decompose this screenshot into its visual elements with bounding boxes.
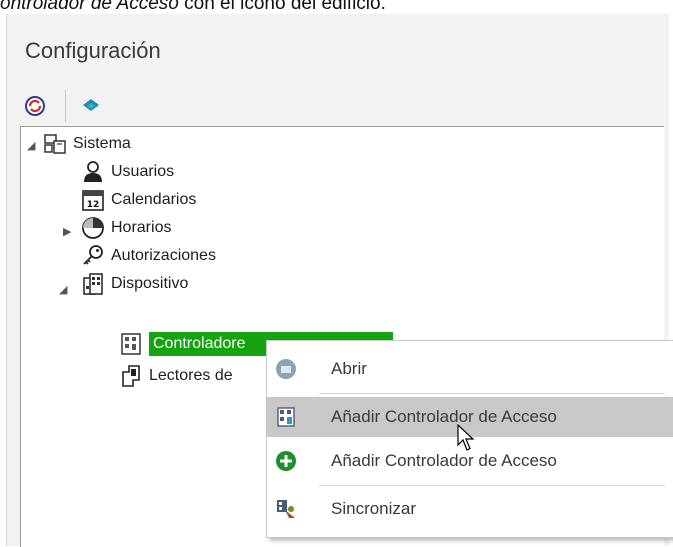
caption-text: ontrolador de Acceso con el icono del ed…: [0, 0, 386, 15]
caption-rest: con el icono del edificio.: [178, 0, 386, 14]
refresh-icon: [25, 96, 45, 116]
menu-separator-2: [319, 485, 665, 486]
tree-label-usuarios: Usuarios: [111, 163, 175, 180]
collapse-arrow-dispositivo[interactable]: ◢: [59, 283, 67, 296]
device-icon: [81, 272, 105, 296]
tree-label-controladores: Controladore: [153, 335, 246, 352]
building-controller-icon: [275, 406, 297, 428]
menu-label-add-controller-2: Añadir Controlador de Acceso: [331, 451, 557, 470]
sync-icon: [275, 498, 297, 520]
menu-item-abrir[interactable]: Abrir: [267, 349, 673, 389]
collapse-arrow-sistema[interactable]: ◢: [27, 139, 35, 152]
clock-icon: [81, 216, 105, 240]
caption-italic: ontrolador de Acceso: [0, 0, 179, 14]
green-plus-icon: [275, 450, 297, 472]
system-network-icon: [43, 132, 67, 156]
tree-item-horarios[interactable]: Horarios: [81, 213, 171, 243]
tree-item-calendarios[interactable]: 12 Calendarios: [81, 185, 196, 215]
svg-text:12: 12: [87, 200, 100, 210]
panel-title: Configuración: [25, 38, 161, 63]
layers-icon: [83, 99, 99, 111]
refresh-button[interactable]: [21, 92, 49, 120]
toolbar-separator: [65, 90, 66, 122]
key-icon: [81, 244, 105, 268]
tree-label-horarios: Horarios: [111, 219, 172, 236]
tree-label-autorizaciones: Autorizaciones: [111, 247, 216, 264]
tree-item-lectores[interactable]: Lectores de: [119, 361, 233, 391]
menu-separator-1: [319, 393, 665, 394]
menu-label-abrir: Abrir: [331, 359, 367, 378]
tree-label-calendarios: Calendarios: [111, 191, 197, 208]
tree-label-sistema: Sistema: [73, 135, 131, 152]
menu-item-sincronizar[interactable]: Sincronizar: [267, 489, 673, 529]
open-icon: [275, 358, 297, 380]
tree-item-dispositivo[interactable]: Dispositivo: [81, 269, 188, 299]
menu-label-add-controller-1: Añadir Controlador de Acceso: [331, 407, 557, 426]
tree-label-dispositivo: Dispositivo: [111, 275, 189, 292]
mouse-cursor-icon: [457, 424, 475, 451]
tree-item-usuarios[interactable]: Usuarios: [81, 157, 174, 187]
calendar-icon: 12: [81, 188, 105, 212]
reader-icon: [119, 364, 143, 388]
user-icon: [81, 160, 105, 184]
expand-arrow-horarios[interactable]: ▶: [63, 225, 71, 238]
menu-label-sincronizar: Sincronizar: [331, 499, 417, 518]
tree-item-sistema[interactable]: Sistema: [43, 129, 131, 159]
layers-button[interactable]: [77, 92, 105, 120]
tree-label-lectores: Lectores de: [149, 367, 233, 384]
controller-icon: [119, 332, 143, 356]
tree-item-autorizaciones[interactable]: Autorizaciones: [81, 241, 216, 271]
